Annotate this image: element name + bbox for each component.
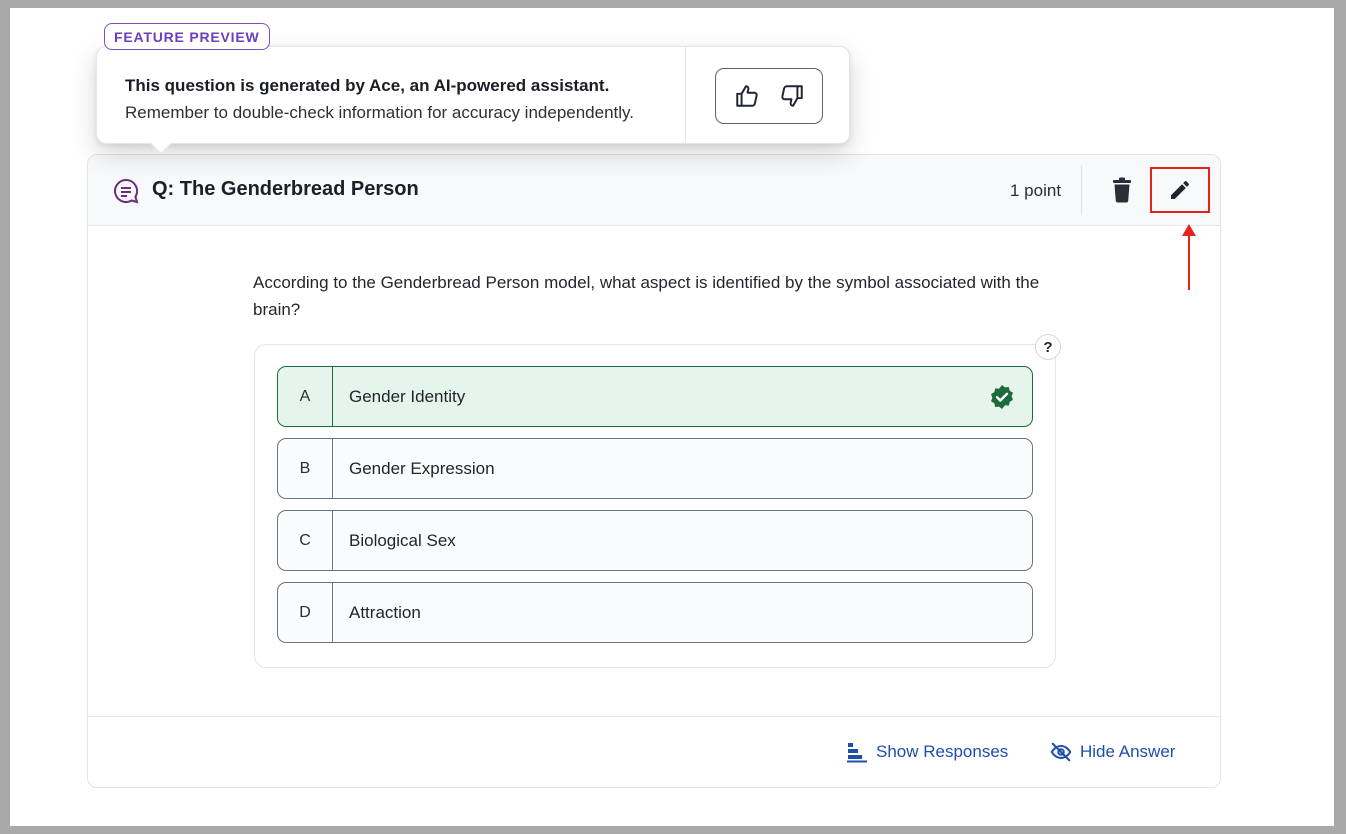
choice-letter: A: [278, 367, 333, 426]
choice-b[interactable]: B Gender Expression: [277, 438, 1033, 499]
question-points: 1 point: [1010, 181, 1062, 200]
show-responses-label: Show Responses: [876, 742, 1009, 761]
thumbs-down-icon[interactable]: [779, 83, 805, 109]
choice-a[interactable]: A Gender Identity: [277, 366, 1033, 427]
feedback-group: [715, 68, 823, 124]
hide-answer-label: Hide Answer: [1080, 742, 1176, 761]
question-title: Q: The Genderbread Person: [152, 178, 419, 200]
answer-choices: A Gender Identity B Gender Expression C …: [254, 344, 1056, 668]
choice-label: Attraction: [349, 602, 421, 622]
thumbs-up-icon[interactable]: [734, 83, 760, 109]
edit-button[interactable]: [1150, 167, 1210, 213]
question-header: Q: The Genderbread Person 1 point: [88, 155, 1220, 226]
feature-preview-tooltip: This question is generated by Ace, an AI…: [96, 46, 850, 155]
choice-label: Biological Sex: [349, 530, 456, 550]
show-responses-button[interactable]: Show Responses: [846, 741, 1008, 763]
pencil-icon: [1171, 180, 1190, 199]
preview-message: This question is generated by Ace, an AI…: [125, 72, 634, 126]
eye-slash-icon: [1050, 742, 1072, 762]
question-footer: Show Responses Hide Answer: [88, 716, 1220, 787]
question-bubble-icon: [114, 178, 139, 204]
choice-letter: B: [278, 439, 333, 498]
choice-label: Gender Identity: [349, 386, 466, 406]
preview-divider: [685, 47, 686, 143]
help-button[interactable]: ?: [1035, 334, 1061, 360]
choice-letter: C: [278, 511, 333, 570]
correct-check-icon: [972, 367, 1032, 426]
preview-line-1: This question is generated by Ace, an AI…: [125, 76, 610, 95]
choice-c[interactable]: C Biological Sex: [277, 510, 1033, 571]
tooltip-pointer: [149, 131, 173, 155]
preview-line-2: Remember to double-check information for…: [125, 103, 635, 122]
trash-icon[interactable]: [1110, 177, 1134, 203]
bar-chart-icon: [847, 743, 867, 763]
hide-answer-button[interactable]: Hide Answer: [1050, 741, 1175, 763]
choice-letter: D: [278, 583, 333, 642]
question-text: According to the Genderbread Person mode…: [253, 273, 1040, 319]
question-card: Q: The Genderbread Person 1 point Accord…: [87, 154, 1221, 788]
feature-preview-badge: FEATURE PREVIEW: [104, 23, 270, 50]
choice-label: Gender Expression: [349, 458, 495, 478]
annotation-arrow: [1182, 224, 1196, 290]
header-divider: [1081, 165, 1082, 215]
choice-d[interactable]: D Attraction: [277, 582, 1033, 643]
